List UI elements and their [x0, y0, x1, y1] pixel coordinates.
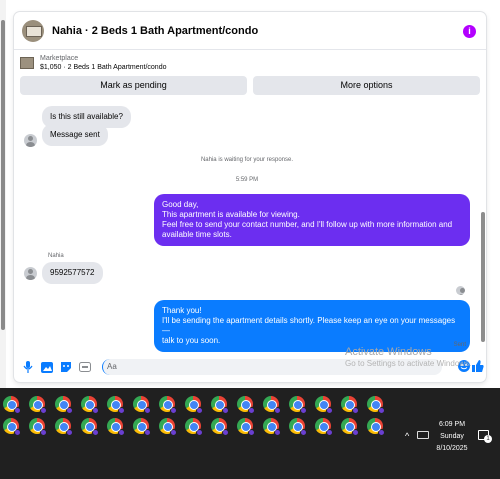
message-line: Good day,	[162, 200, 199, 209]
chrome-icon[interactable]	[185, 418, 203, 436]
chrome-icon[interactable]	[107, 418, 125, 436]
message-timestamp: 5:59 PM	[235, 177, 259, 183]
listing-avatar[interactable]	[22, 19, 44, 42]
taskbar-apps-row-1	[3, 396, 393, 414]
clock-time: 6:09 PM	[438, 421, 466, 428]
message-list: Is this still available? Message sent Na…	[14, 100, 480, 352]
message-scrollbar-thumb[interactable]	[481, 212, 485, 342]
sender-name: Nahia	[48, 253, 64, 259]
system-clock[interactable]: 6:09 PM Sunday 8/10/2025	[432, 419, 472, 455]
chrome-icon[interactable]	[159, 418, 177, 436]
marketplace-listing[interactable]: Marketplace $1,050 · 2 Beds 1 Bath Apart…	[20, 54, 166, 72]
chrome-icon[interactable]	[237, 396, 255, 414]
chrome-icon[interactable]	[367, 396, 385, 414]
message-line: Thank you!	[162, 306, 202, 315]
gif-icon[interactable]	[79, 361, 91, 373]
activate-windows-hint: Go to Settings to activate Windows.	[345, 359, 472, 368]
chrome-icon[interactable]	[289, 418, 307, 436]
chrome-icon[interactable]	[289, 396, 307, 414]
chrome-icon[interactable]	[55, 418, 73, 436]
sticker-icon[interactable]	[60, 361, 72, 373]
notification-icon[interactable]: 1	[478, 430, 492, 443]
chrome-icon[interactable]	[133, 396, 151, 414]
chat-title[interactable]: Nahia · 2 Beds 1 Bath Apartment/condo	[52, 25, 258, 37]
chrome-icon[interactable]	[133, 418, 151, 436]
listing-summary: $1,050 · 2 Beds 1 Bath Apartment/condo	[40, 64, 167, 71]
chrome-icon[interactable]	[367, 418, 385, 436]
message-bubble-incoming: 9592577572	[42, 262, 103, 284]
message-line: Feel free to send your contact number, a…	[162, 220, 453, 229]
avatar	[24, 267, 37, 280]
listing-actions: Mark as pending More options	[20, 76, 480, 95]
message-scrollbar[interactable]	[480, 100, 486, 350]
taskbar-apps-row-2	[3, 418, 393, 436]
marketplace-label: Marketplace	[40, 55, 79, 62]
chat-window: Nahia · 2 Beds 1 Bath Apartment/condo i …	[14, 12, 486, 382]
page-scrollbar-thumb[interactable]	[1, 20, 5, 330]
microphone-icon[interactable]	[22, 361, 34, 373]
chrome-icon[interactable]	[263, 418, 281, 436]
chrome-icon[interactable]	[107, 396, 125, 414]
listing-thumbnail	[20, 57, 34, 69]
chrome-icon[interactable]	[29, 418, 47, 436]
seen-avatar	[456, 286, 465, 295]
keyboard-icon[interactable]	[417, 431, 429, 439]
mark-as-pending-button[interactable]: Mark as pending	[20, 76, 247, 95]
chrome-icon[interactable]	[341, 396, 359, 414]
chrome-icon[interactable]	[159, 396, 177, 414]
chrome-icon[interactable]	[81, 418, 99, 436]
chrome-icon[interactable]	[263, 396, 281, 414]
thumbs-up-icon[interactable]	[472, 360, 484, 372]
chrome-icon[interactable]	[341, 418, 359, 436]
chrome-icon[interactable]	[211, 418, 229, 436]
chrome-icon[interactable]	[3, 418, 21, 436]
chrome-icon[interactable]	[29, 396, 47, 414]
page-scrollbar[interactable]	[0, 0, 6, 390]
activate-windows-watermark: Activate Windows	[345, 346, 432, 358]
chrome-icon[interactable]	[3, 396, 21, 414]
chevron-up-icon[interactable]: ^	[405, 431, 409, 441]
chat-header: Nahia · 2 Beds 1 Bath Apartment/condo i	[14, 12, 486, 50]
chrome-icon[interactable]	[185, 396, 203, 414]
photo-icon[interactable]	[41, 361, 53, 373]
clock-date: 8/10/2025	[436, 445, 468, 452]
avatar	[24, 134, 37, 147]
message-line: This apartment is available for viewing.	[162, 210, 300, 219]
more-options-button[interactable]: More options	[253, 76, 480, 95]
chrome-icon[interactable]	[237, 418, 255, 436]
waiting-notice: Nahia is waiting for your response.	[200, 157, 294, 163]
chrome-icon[interactable]	[315, 418, 333, 436]
chrome-icon[interactable]	[81, 396, 99, 414]
info-icon[interactable]: i	[463, 25, 476, 38]
chrome-icon[interactable]	[55, 396, 73, 414]
notification-count: 1	[484, 435, 492, 443]
message-line: I'll be sending the apartment details sh…	[162, 316, 456, 335]
message-bubble-incoming: Message sent	[42, 124, 108, 146]
chrome-icon[interactable]	[315, 396, 333, 414]
chrome-icon[interactable]	[211, 396, 229, 414]
taskbar: ^ 6:09 PM Sunday 8/10/2025 1	[0, 388, 500, 479]
message-line: available time slots.	[162, 230, 232, 239]
clock-day: Sunday	[440, 433, 464, 440]
message-bubble-outgoing: Good day, This apartment is available fo…	[154, 194, 470, 246]
